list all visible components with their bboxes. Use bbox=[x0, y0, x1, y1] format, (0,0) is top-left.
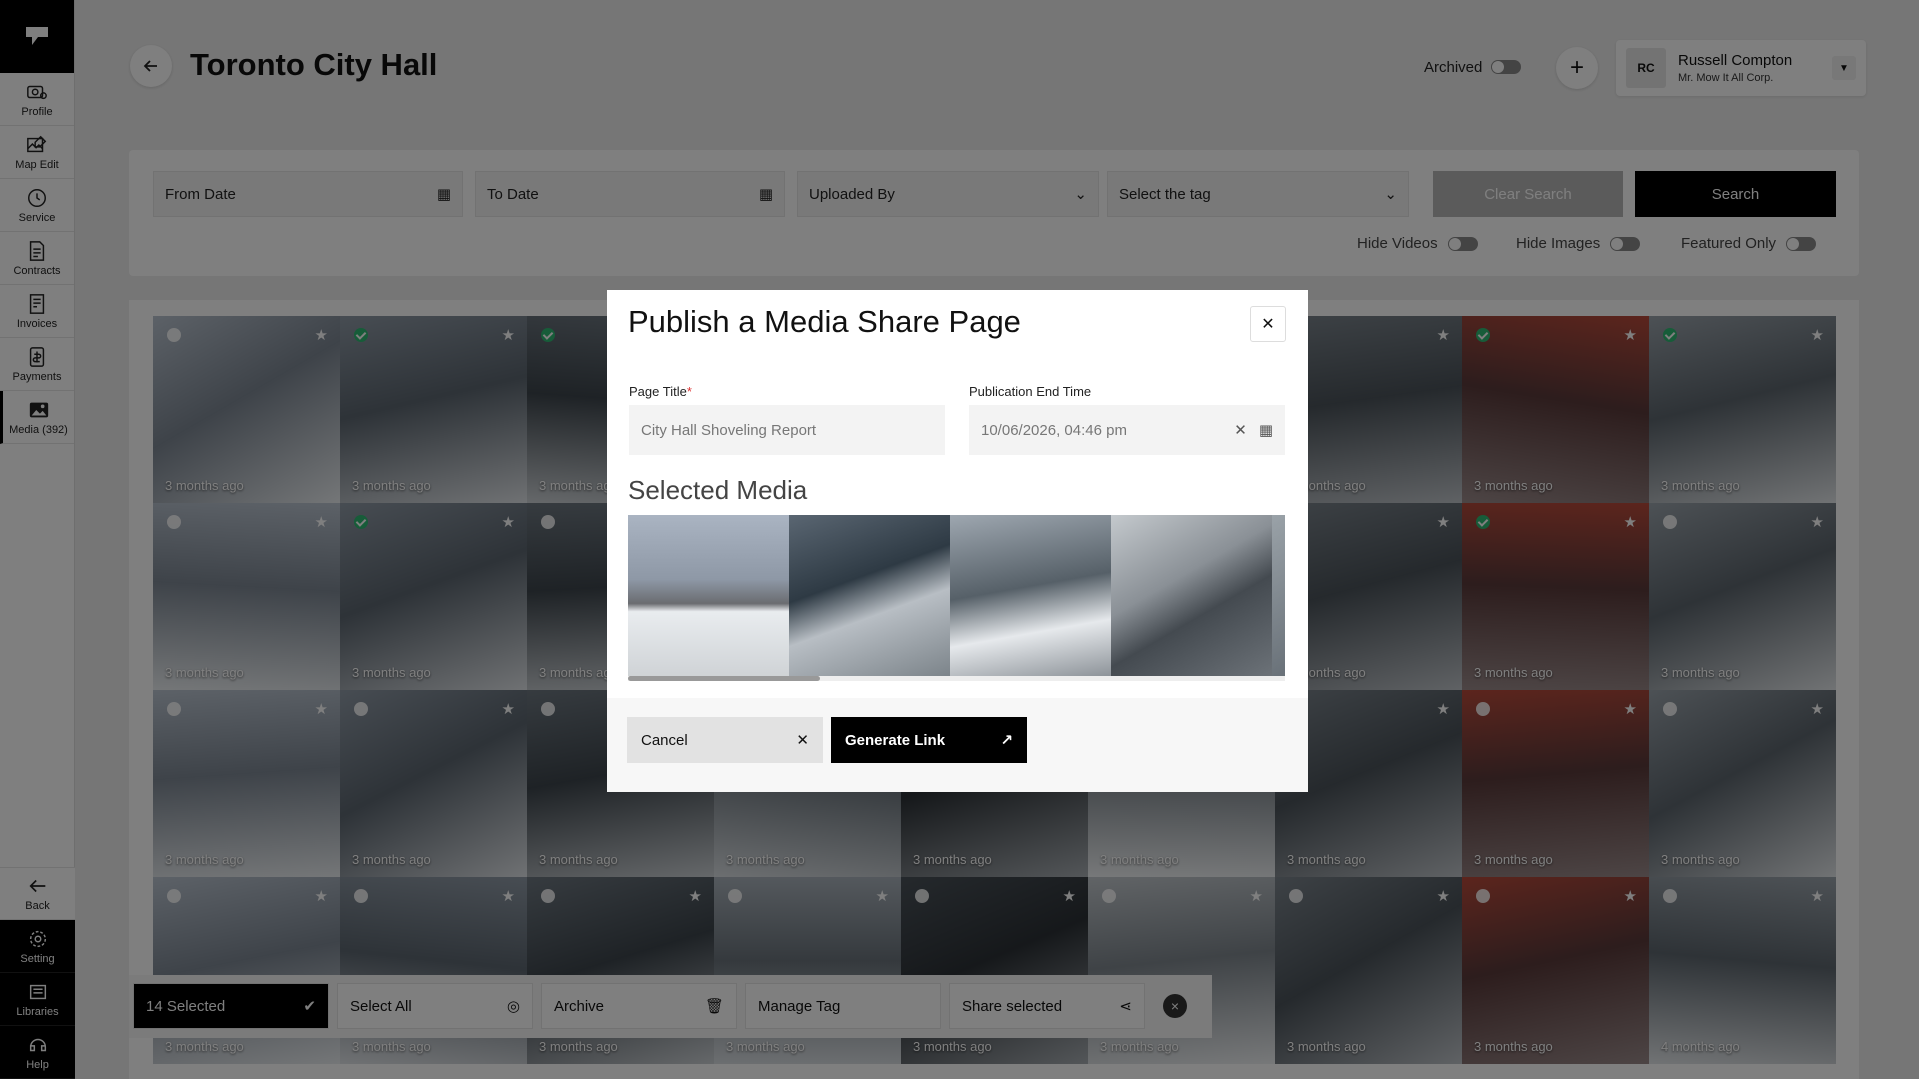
clear-icon[interactable]: ✕ bbox=[1234, 421, 1247, 439]
generate-link-label: Generate Link bbox=[845, 731, 946, 749]
scrollbar-thumb[interactable] bbox=[628, 676, 820, 681]
calendar-icon[interactable]: ▦ bbox=[1259, 421, 1273, 439]
page-title-input[interactable]: City Hall Shoveling Report bbox=[629, 405, 945, 455]
close-icon: ✕ bbox=[1261, 316, 1275, 333]
page-title-value: City Hall Shoveling Report bbox=[641, 421, 817, 439]
selected-media-title: Selected Media bbox=[628, 475, 808, 505]
generate-link-button[interactable]: Generate Link ↗ bbox=[831, 717, 1027, 763]
required-marker: * bbox=[686, 384, 692, 399]
media-thumbnail[interactable] bbox=[950, 515, 1111, 676]
end-time-input[interactable]: 10/06/2026, 04:46 pm ✕ ▦ bbox=[969, 405, 1285, 455]
close-icon: ✕ bbox=[796, 732, 809, 749]
modal-close-button[interactable]: ✕ bbox=[1250, 306, 1286, 342]
media-thumbnail[interactable] bbox=[628, 515, 789, 676]
cancel-button[interactable]: Cancel ✕ bbox=[627, 717, 823, 763]
end-time-value: 10/06/2026, 04:46 pm bbox=[981, 421, 1127, 439]
page-title-label: Page Title* bbox=[629, 384, 692, 399]
end-time-icons: ✕ ▦ bbox=[1234, 421, 1273, 439]
selected-media-strip[interactable] bbox=[628, 515, 1285, 676]
modal-title: Publish a Media Share Page bbox=[628, 304, 1021, 339]
page-title-label-text: Page Title bbox=[629, 384, 687, 399]
end-time-label: Publication End Time bbox=[969, 384, 1092, 399]
media-thumbnail[interactable] bbox=[789, 515, 950, 676]
cancel-label: Cancel bbox=[641, 731, 688, 749]
modal-footer: Cancel ✕ Generate Link ↗ bbox=[607, 698, 1308, 792]
media-strip-scrollbar[interactable] bbox=[628, 676, 1285, 681]
media-thumbnail[interactable] bbox=[1272, 515, 1285, 676]
arrow-up-right-icon: ↗ bbox=[1000, 732, 1013, 749]
media-thumbnail[interactable] bbox=[1111, 515, 1272, 676]
publish-share-modal: Publish a Media Share Page ✕ Page Title*… bbox=[607, 290, 1308, 792]
